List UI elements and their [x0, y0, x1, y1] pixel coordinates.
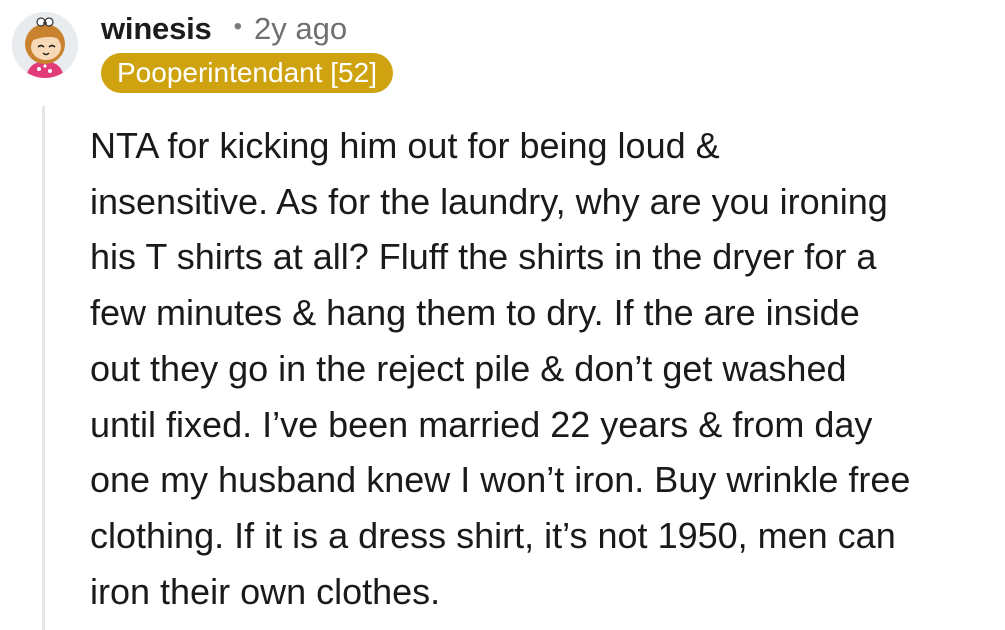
user-flair-badge: Pooperintendant [52]	[101, 53, 393, 93]
comment-body-line: few minutes & hang them to dry. If the a…	[90, 292, 860, 334]
comment-body: NTA for kicking him out for being loud &…	[90, 118, 990, 619]
comment-body-line: until fixed. I’ve been married 22 years …	[90, 403, 873, 445]
avatar[interactable]	[12, 12, 78, 78]
comment-body-line: clothing. If it is a dress shirt, it’s n…	[90, 514, 896, 556]
comment-body-line: out they go in the reject pile & don’t g…	[90, 347, 847, 389]
meta-separator: •	[233, 13, 243, 40]
snoo-avatar-icon	[12, 12, 78, 78]
username-link[interactable]: winesis	[101, 11, 212, 47]
comment-header: winesis • 2y ago	[101, 8, 347, 50]
comment: winesis • 2y ago Pooperintendant [52] NT…	[0, 0, 1005, 630]
comment-body-line: insensitive. As for the laundry, why are…	[90, 180, 888, 222]
thread-line[interactable]	[42, 106, 45, 630]
comment-body-line: his T shirts at all? Fluff the shirts in…	[90, 236, 877, 278]
comment-body-line: NTA for kicking him out for being loud &	[90, 125, 720, 166]
comment-body-line: one my husband knew I won’t iron. Buy wr…	[90, 459, 911, 501]
comment-timestamp[interactable]: 2y ago	[254, 11, 347, 47]
comment-body-line: iron their own clothes.	[90, 570, 441, 612]
